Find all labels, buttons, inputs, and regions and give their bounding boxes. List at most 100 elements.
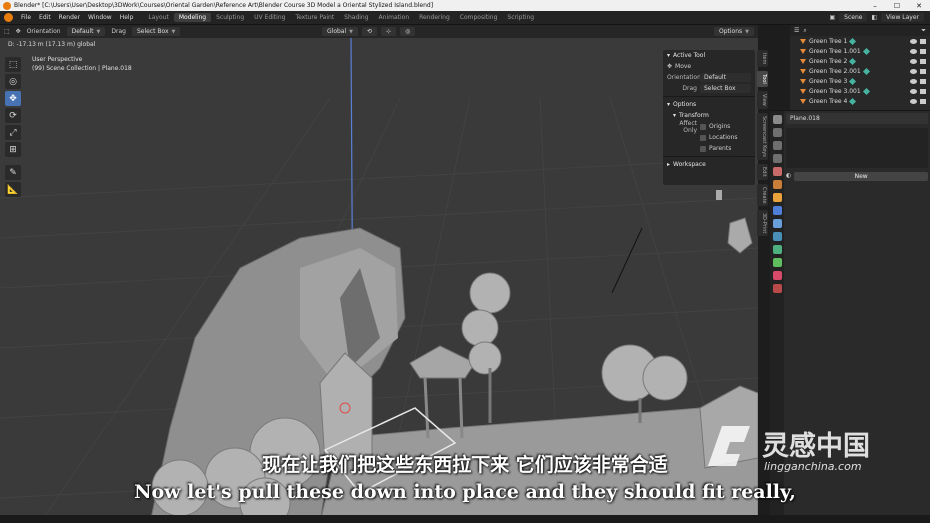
close-icon[interactable]: ✕: [908, 2, 930, 10]
camera-icon[interactable]: [920, 98, 926, 104]
eye-icon[interactable]: [910, 98, 917, 104]
measure-tool-icon[interactable]: 📐: [5, 182, 21, 197]
view-layer-selector[interactable]: View Layer: [881, 13, 924, 22]
tool-shelf: ⬚ ◎ ✥ ⟳ ⤢ ⊞ ✎ 📐: [5, 57, 21, 197]
tab-view[interactable]: View: [757, 91, 768, 109]
active-tool-header[interactable]: ▾ Active Tool: [663, 50, 755, 61]
options-header[interactable]: ▾ Options: [663, 99, 755, 110]
locations-checkbox[interactable]: [700, 134, 706, 141]
tab-3d-print[interactable]: 3D-Print: [757, 210, 768, 237]
camera-icon[interactable]: [920, 58, 926, 64]
material-slot-list[interactable]: [786, 128, 928, 168]
camera-icon[interactable]: [920, 48, 926, 54]
camera-icon[interactable]: [920, 78, 926, 84]
orientation-dropdown[interactable]: Default ▼: [66, 27, 106, 36]
locations-label: Locations: [709, 134, 738, 141]
data-properties-icon[interactable]: [772, 258, 782, 267]
camera-icon[interactable]: [920, 38, 926, 44]
display-mode-icon[interactable]: ☰: [794, 27, 799, 34]
parents-checkbox[interactable]: [700, 145, 706, 152]
menu-window[interactable]: Window: [84, 14, 116, 21]
filter-icon[interactable]: ⏷: [921, 27, 926, 35]
minimize-icon[interactable]: –: [864, 2, 886, 10]
scene-icon[interactable]: ▣: [829, 14, 835, 21]
menu-file[interactable]: File: [17, 14, 35, 21]
tab-modeling[interactable]: Modeling: [173, 13, 212, 22]
eye-icon[interactable]: [910, 68, 917, 74]
list-item[interactable]: Green Tree 4: [790, 96, 930, 106]
list-item[interactable]: Green Tree 1: [790, 36, 930, 46]
mode-icon[interactable]: ⬚: [4, 28, 10, 35]
tab-layout[interactable]: Layout: [143, 13, 173, 22]
blender-logo-icon[interactable]: [4, 13, 13, 22]
tab-screencast-keys[interactable]: Screencast Keys: [757, 112, 768, 160]
rotate-tool-icon[interactable]: ⟳: [5, 108, 21, 123]
eye-icon[interactable]: [910, 58, 917, 64]
select-box-tool-icon[interactable]: ⬚: [5, 57, 21, 72]
cursor-tool-icon[interactable]: ◎: [5, 74, 21, 89]
tab-tool[interactable]: Tool: [757, 71, 768, 88]
eye-icon[interactable]: [910, 78, 917, 84]
tab-rendering[interactable]: Rendering: [414, 13, 455, 22]
view-layer-icon[interactable]: ◧: [871, 14, 877, 21]
options-dropdown[interactable]: Options ▼: [713, 27, 754, 36]
transform-orientation-dropdown[interactable]: Global ▼: [322, 27, 358, 36]
eye-icon[interactable]: [910, 48, 917, 54]
move-tool-icon[interactable]: ✥: [16, 28, 21, 35]
tab-uv-editing[interactable]: UV Editing: [249, 13, 290, 22]
transform-tool-icon[interactable]: ⊞: [5, 142, 21, 157]
scene-properties-icon[interactable]: [772, 167, 782, 176]
tab-item[interactable]: Item: [757, 50, 768, 68]
new-material-button[interactable]: New: [794, 172, 928, 181]
menu-render[interactable]: Render: [55, 14, 84, 21]
np-drag-dropdown[interactable]: Select Box: [700, 84, 751, 93]
object-name-field[interactable]: Plane.018: [786, 113, 928, 124]
origins-checkbox[interactable]: [700, 123, 706, 130]
modifier-properties-icon[interactable]: [772, 206, 782, 215]
camera-icon[interactable]: [920, 68, 926, 74]
tool-properties-icon[interactable]: [772, 115, 782, 124]
scene-selector[interactable]: Scene: [839, 13, 868, 22]
maximize-icon[interactable]: ☐: [886, 2, 908, 10]
tab-shading[interactable]: Shading: [339, 13, 373, 22]
physics-properties-icon[interactable]: [772, 232, 782, 241]
move-tool-icon[interactable]: ✥: [5, 91, 21, 106]
list-item[interactable]: Green Tree 3: [790, 76, 930, 86]
menu-help[interactable]: Help: [116, 14, 138, 21]
output-properties-icon[interactable]: [772, 141, 782, 150]
material-properties-icon[interactable]: [772, 271, 782, 280]
3d-viewport[interactable]: D: -17.13 m (17.13 m) global User Perspe…: [0, 38, 758, 523]
list-item[interactable]: Green Tree 2: [790, 56, 930, 66]
menu-edit[interactable]: Edit: [35, 14, 55, 21]
tab-sculpting[interactable]: Sculpting: [211, 13, 249, 22]
material-browse-icon[interactable]: ◐: [786, 172, 791, 181]
workspace-header[interactable]: ▸ Workspace: [663, 159, 755, 170]
drag-dropdown[interactable]: Select Box ▼: [131, 27, 181, 36]
list-item[interactable]: Green Tree 1.001: [790, 46, 930, 56]
eye-icon[interactable]: [910, 88, 917, 94]
tab-texture-paint[interactable]: Texture Paint: [290, 13, 339, 22]
tab-edit[interactable]: Edit: [757, 163, 768, 180]
annotate-tool-icon[interactable]: ✎: [5, 165, 21, 180]
list-item[interactable]: Green Tree 3.001: [790, 86, 930, 96]
particle-properties-icon[interactable]: [772, 219, 782, 228]
tab-create[interactable]: Create: [757, 183, 768, 207]
np-orientation-dropdown[interactable]: Default: [700, 73, 751, 82]
list-item[interactable]: Green Tree 2.001: [790, 66, 930, 76]
world-properties-icon[interactable]: [772, 180, 782, 189]
search-icon[interactable]: ⌕: [803, 27, 806, 35]
object-properties-icon[interactable]: [772, 193, 782, 202]
constraint-properties-icon[interactable]: [772, 245, 782, 254]
view-layer-properties-icon[interactable]: [772, 154, 782, 163]
snap-toggle[interactable]: ⊹: [381, 27, 397, 36]
scale-tool-icon[interactable]: ⤢: [5, 125, 21, 140]
tab-scripting[interactable]: Scripting: [502, 13, 539, 22]
eye-icon[interactable]: [910, 38, 917, 44]
tab-compositing[interactable]: Compositing: [455, 13, 503, 22]
camera-icon[interactable]: [920, 88, 926, 94]
pivot-point-dropdown[interactable]: ⟲: [362, 27, 378, 36]
texture-properties-icon[interactable]: [772, 284, 782, 293]
tab-animation[interactable]: Animation: [374, 13, 415, 22]
render-properties-icon[interactable]: [772, 128, 782, 137]
proportional-edit-toggle[interactable]: ◎: [400, 27, 416, 36]
